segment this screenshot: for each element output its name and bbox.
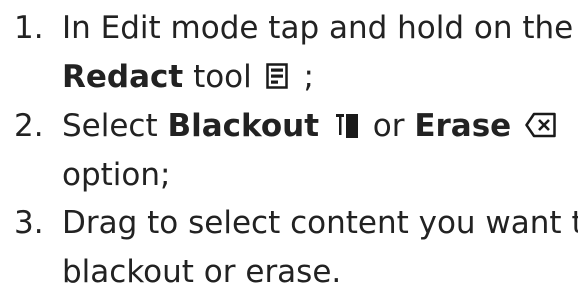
step-text: Drag to select content you want to: [62, 205, 578, 241]
step-text: Select: [62, 108, 158, 144]
step-number: 2.: [14, 108, 44, 144]
step-text: or: [372, 108, 405, 144]
blackout-icon: [335, 111, 359, 139]
redact-tool-name: Redact: [62, 59, 184, 95]
step-3-line-2: blackout or erase.: [62, 249, 341, 296]
step-number: 1.: [14, 10, 44, 46]
step-2-line-1: Select Blackout or Erase: [62, 103, 557, 150]
erase-icon: [525, 112, 557, 138]
step-text: In Edit mode tap and hold on the: [62, 10, 574, 46]
step-text: option;: [62, 157, 171, 193]
step-text: blackout or erase.: [62, 254, 342, 290]
redact-icon: [265, 62, 288, 89]
step-end-punctuation: ;: [303, 59, 314, 95]
step-1-line-1: In Edit mode tap and hold on the: [62, 5, 573, 52]
blackout-option-name: Blackout: [167, 108, 320, 144]
instruction-list: 1. In Edit mode tap and hold on the Reda…: [0, 0, 578, 307]
step-1-line-2: Redact tool ;: [62, 54, 314, 101]
step-2-line-2: option;: [62, 152, 170, 199]
step-number: 3.: [14, 205, 44, 241]
step-text: tool: [193, 59, 252, 95]
step-3-line-1: Drag to select content you want to: [62, 200, 578, 247]
erase-option-name: Erase: [414, 108, 512, 144]
